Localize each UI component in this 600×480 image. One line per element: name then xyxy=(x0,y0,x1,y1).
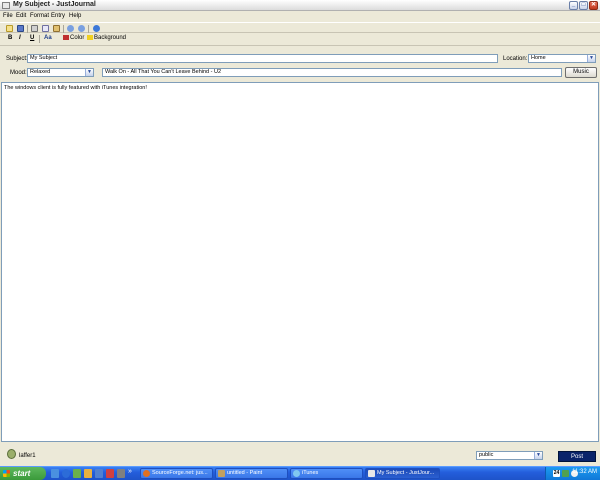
quick-launch-more-icon[interactable]: » xyxy=(128,468,132,475)
redo-icon[interactable] xyxy=(78,25,85,32)
task-label: My Subject - JustJour... xyxy=(377,470,435,476)
close-button[interactable]: ✕ xyxy=(589,1,598,10)
title-bar[interactable]: My Subject - JustJournal _ □ ✕ xyxy=(0,0,600,11)
menu-edit[interactable]: Edit xyxy=(16,13,26,19)
security-select[interactable]: public ▼ xyxy=(476,451,543,460)
status-bar: laffer1 public ▼ Post xyxy=(0,444,600,466)
start-button[interactable]: start xyxy=(0,467,46,480)
menu-help[interactable]: Help xyxy=(69,13,81,19)
subject-label: Subject: xyxy=(6,56,28,62)
user-avatar-icon xyxy=(7,449,16,459)
chevron-down-icon[interactable]: ▼ xyxy=(534,452,542,459)
color-button[interactable]: Color xyxy=(63,35,84,41)
menu-bar: File Edit Format Entry Help xyxy=(0,12,600,21)
italic-button[interactable]: I xyxy=(19,35,21,41)
quick-launch-app-icon[interactable] xyxy=(117,469,125,478)
toolbar-separator xyxy=(39,35,40,43)
background-button-label: Background xyxy=(94,35,127,42)
paint-icon xyxy=(218,470,225,477)
color-icon xyxy=(63,35,69,40)
taskbar: start » SourceForge.net: jus... untitled… xyxy=(0,466,600,480)
window-title: My Subject - JustJournal xyxy=(13,1,96,8)
mood-label: Mood: xyxy=(10,70,27,76)
messenger-icon[interactable] xyxy=(95,469,103,478)
location-value: Home xyxy=(531,55,546,61)
start-label: start xyxy=(13,469,31,478)
underline-button[interactable]: U xyxy=(30,35,34,41)
menu-format[interactable]: Format xyxy=(30,13,49,19)
task-firefox[interactable]: SourceForge.net: jus... xyxy=(140,468,213,479)
windows-logo-icon xyxy=(3,470,10,477)
new-document-icon[interactable] xyxy=(6,25,13,32)
copy-icon[interactable] xyxy=(42,25,49,32)
media-player-icon[interactable] xyxy=(73,469,81,478)
itunes-icon xyxy=(293,470,300,477)
tray-badge-icon[interactable]: 24 xyxy=(553,470,560,477)
location-select[interactable]: Home ▼ xyxy=(528,54,596,63)
font-button[interactable]: Aa xyxy=(44,35,52,41)
color-button-label: Color xyxy=(70,35,85,42)
location-label: Location: xyxy=(503,56,528,62)
task-paint[interactable]: untitled - Paint xyxy=(215,468,288,479)
task-label: untitled - Paint xyxy=(227,470,263,476)
background-button[interactable]: Background xyxy=(87,35,126,41)
username: laffer1 xyxy=(19,453,36,459)
undo-icon[interactable] xyxy=(67,25,74,32)
cut-icon[interactable] xyxy=(31,25,38,32)
post-button[interactable]: Post xyxy=(558,451,596,462)
entry-body-text: The windows client is fully featured wit… xyxy=(4,85,147,91)
music-button[interactable]: Music xyxy=(565,67,597,78)
internet-explorer-icon[interactable] xyxy=(62,469,70,478)
folder-icon[interactable] xyxy=(84,469,92,478)
menu-file[interactable]: File xyxy=(3,13,13,19)
minimize-button[interactable]: _ xyxy=(569,1,578,10)
system-tray: 24 11:32 AM xyxy=(545,467,600,480)
save-icon[interactable] xyxy=(17,25,24,32)
task-justjournal[interactable]: My Subject - JustJour... xyxy=(365,468,440,479)
bold-button[interactable]: B xyxy=(8,35,12,41)
toolbar-separator xyxy=(27,25,28,33)
firefox-icon xyxy=(143,470,150,477)
highlighter-icon xyxy=(87,35,93,40)
toolbar-separator xyxy=(88,25,89,33)
mood-select[interactable]: Relaxed ▼ xyxy=(27,68,94,77)
clock[interactable]: 11:32 AM xyxy=(572,469,597,475)
task-itunes[interactable]: iTunes xyxy=(290,468,363,479)
help-icon[interactable] xyxy=(93,25,100,32)
chevron-down-icon[interactable]: ▼ xyxy=(85,69,93,76)
app-icon xyxy=(2,2,10,9)
app-window: My Subject - JustJournal _ □ ✕ File Edit… xyxy=(0,0,600,466)
paste-icon[interactable] xyxy=(53,25,60,32)
toolbar-separator xyxy=(63,25,64,33)
entry-body-editor[interactable]: The windows client is fully featured wit… xyxy=(1,82,599,442)
task-label: iTunes xyxy=(302,470,319,476)
mood-value: Relaxed xyxy=(30,69,51,75)
standard-toolbar xyxy=(0,22,600,33)
chevron-down-icon[interactable]: ▼ xyxy=(587,55,595,62)
music-input[interactable]: Walk On - All That You Can't Leave Behin… xyxy=(102,68,562,77)
entry-form: Subject: My Subject Location: Home ▼ Moo… xyxy=(0,50,600,82)
subject-input[interactable]: My Subject xyxy=(27,54,498,63)
show-desktop-icon[interactable] xyxy=(51,469,59,478)
quick-launch-app-icon[interactable] xyxy=(106,469,114,478)
justjournal-icon xyxy=(368,470,375,477)
network-icon[interactable] xyxy=(562,470,569,477)
maximize-button[interactable]: □ xyxy=(579,1,588,10)
task-label: SourceForge.net: jus... xyxy=(152,470,208,476)
security-value: public xyxy=(479,452,494,458)
menu-entry[interactable]: Entry xyxy=(51,13,65,19)
format-toolbar: B I U Aa Color Background xyxy=(0,33,600,46)
